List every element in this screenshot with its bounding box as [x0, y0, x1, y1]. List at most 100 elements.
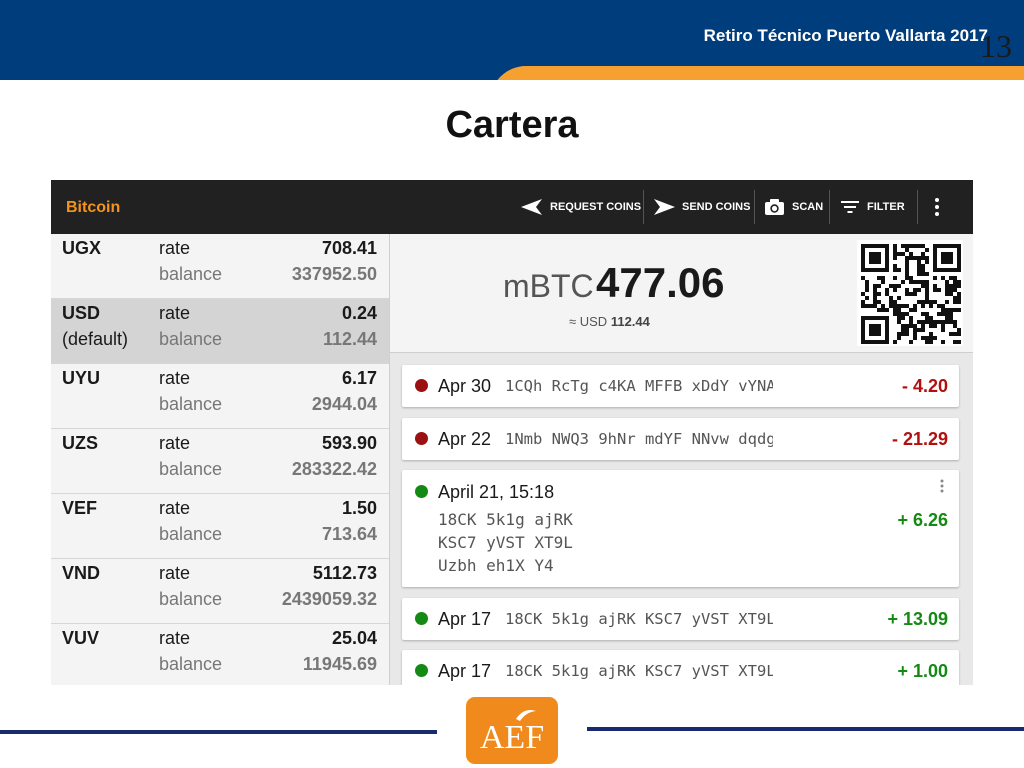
transaction-amount: + 6.26: [897, 510, 948, 530]
currency-code: UZS: [62, 433, 98, 453]
rate-label: rate: [159, 628, 191, 648]
filter-button[interactable]: FILTER: [840, 180, 905, 234]
toolbar-separator: [829, 190, 830, 224]
balance-value: 2439059.32: [281, 589, 377, 609]
aef-logo-text: AEF: [479, 719, 545, 756]
rate-value: 6.17: [341, 368, 377, 388]
currency-code: VND: [62, 563, 101, 583]
transaction-menu-icon[interactable]: [940, 479, 944, 493]
rate-label: rate: [159, 238, 191, 258]
approx-value: 112.44: [610, 314, 650, 329]
rate-value: 708.41: [321, 238, 377, 258]
outgoing-status-dot: [415, 379, 428, 392]
filter-label: FILTER: [867, 201, 905, 213]
incoming-status-dot: [415, 612, 428, 625]
qr-code[interactable]: [857, 240, 963, 346]
transaction-date: Apr 17: [438, 661, 492, 681]
transaction-card[interactable]: Apr 17 18CK 5k1g ajRK KSC7 yVST XT9L Uzb…: [402, 598, 959, 640]
app-name: Bitcoin: [66, 199, 121, 216]
transaction-card[interactable]: Apr 22 1Nmb NWQ3 9hNr mdYF NNvw dqdg mmm…: [402, 418, 959, 460]
balance-label: balance: [159, 394, 223, 414]
balance-label: balance: [159, 329, 223, 349]
currency-row-vnd[interactable]: VND rate 5112.73 balance 2439059.32: [51, 559, 389, 624]
aef-logo: AEF: [466, 697, 558, 764]
app-toolbar: Bitcoin REQUEST COINS SEND COINS SCAN FI…: [51, 180, 973, 234]
transaction-address-line: KSC7 yVST XT9L: [438, 533, 573, 552]
transaction-card-expanded[interactable]: April 21, 15:18 18CK 5k1g ajRK KSC7 yVST…: [402, 470, 959, 587]
rate-value: 25.04: [331, 628, 377, 648]
slide-number: 13: [980, 28, 1012, 64]
currency-row-uyu[interactable]: UYU rate 6.17 balance 2944.04: [51, 364, 389, 429]
balance-value: 283322.42: [291, 459, 377, 479]
balance-approx: ≈ USD 112.44: [569, 314, 650, 329]
overflow-menu-icon: [935, 198, 939, 216]
currency-row-ugx[interactable]: UGX rate 708.41 balance 337952.50: [51, 234, 389, 299]
balance-label: balance: [159, 264, 223, 284]
rate-label: rate: [159, 563, 191, 583]
currency-row-vef[interactable]: VEF rate 1.50 balance 713.64: [51, 494, 389, 559]
filter-icon: [841, 201, 859, 213]
overflow-menu-button[interactable]: [934, 180, 947, 234]
rate-value: 5112.73: [312, 563, 377, 583]
request-coins-button[interactable]: REQUEST COINS: [521, 180, 641, 234]
wallet-balance-panel: mBTC 477.06 ≈ USD 112.44: [390, 234, 973, 353]
transaction-address: 18CK 5k1g ajRK KSC7 yVST XT9L Uzbh…: [505, 610, 773, 628]
rate-value: 593.90: [321, 433, 377, 453]
toolbar-separator: [754, 190, 755, 224]
balance-unit: mBTC: [503, 268, 594, 304]
incoming-status-dot: [415, 664, 428, 677]
transaction-date: April 21, 15:18: [438, 482, 555, 502]
send-coins-label: SEND COINS: [682, 201, 751, 213]
transaction-date: Apr 22: [438, 429, 492, 449]
currency-code: UGX: [62, 238, 102, 258]
balance-label: balance: [159, 524, 223, 544]
transaction-amount: + 1.00: [897, 661, 948, 681]
wallet-app: Bitcoin REQUEST COINS SEND COINS SCAN FI…: [51, 180, 973, 685]
balance-label: balance: [159, 654, 223, 674]
toolbar-separator: [917, 190, 918, 224]
currency-code: VEF: [62, 498, 98, 518]
default-currency-note: (default): [62, 329, 129, 349]
balance-label: balance: [159, 589, 223, 609]
rate-label: rate: [159, 368, 191, 388]
balance-value: 337952.50: [291, 264, 377, 284]
currency-row-usd[interactable]: USD (default) rate 0.24 balance 112.44: [51, 299, 389, 364]
send-coins-button[interactable]: SEND COINS: [653, 180, 750, 234]
footer-line-right: [587, 727, 1024, 731]
balance-amount: 477.06: [596, 259, 725, 306]
rate-value: 0.24: [341, 303, 377, 323]
transaction-date: Apr 17: [438, 609, 492, 629]
camera-icon: [765, 199, 784, 215]
currency-row-uzs[interactable]: UZS rate 593.90 balance 283322.42: [51, 429, 389, 494]
outgoing-status-dot: [415, 432, 428, 445]
transaction-amount: - 21.29: [891, 429, 948, 449]
balance-value: 112.44: [322, 329, 377, 349]
balance-value: 713.64: [321, 524, 377, 544]
balance-label: balance: [159, 459, 223, 479]
exchange-rates-list: UGX rate 708.41 balance 337952.50 USD (d…: [51, 234, 390, 685]
currency-row-vuv[interactable]: VUV rate 25.04 balance 11945.69: [51, 624, 389, 685]
scan-label: SCAN: [792, 201, 824, 213]
balance-value: 2944.04: [311, 394, 377, 414]
rate-label: rate: [159, 433, 191, 453]
transaction-amount: - 4.20: [901, 376, 948, 396]
event-title: Retiro Técnico Puerto Vallarta 2017: [703, 26, 988, 45]
send-coins-icon: [654, 199, 675, 215]
transaction-address: 18CK 5k1g ajRK KSC7 yVST XT9L Uzbh …: [505, 662, 773, 680]
scan-button[interactable]: SCAN: [764, 180, 823, 234]
request-coins-label: REQUEST COINS: [550, 201, 642, 213]
currency-code: USD: [62, 303, 101, 323]
rate-value: 1.50: [341, 498, 377, 518]
rate-label: rate: [159, 303, 191, 323]
transaction-card[interactable]: Apr 17 18CK 5k1g ajRK KSC7 yVST XT9L Uzb…: [402, 650, 959, 685]
transaction-address: 1CQh RcTg c4KA MFFB xDdY vYNA rfnJ …: [505, 377, 773, 395]
transaction-date: Apr 30: [438, 376, 492, 396]
slide-title: Cartera: [445, 104, 579, 146]
request-coins-icon: [521, 199, 542, 215]
transaction-amount: + 13.09: [887, 609, 948, 629]
approx-prefix: ≈ USD: [569, 314, 608, 329]
incoming-status-dot: [415, 485, 428, 498]
toolbar-separator: [643, 190, 644, 224]
rate-label: rate: [159, 498, 191, 518]
transaction-card[interactable]: Apr 30 1CQh RcTg c4KA MFFB xDdY vYNA rfn…: [402, 365, 959, 407]
